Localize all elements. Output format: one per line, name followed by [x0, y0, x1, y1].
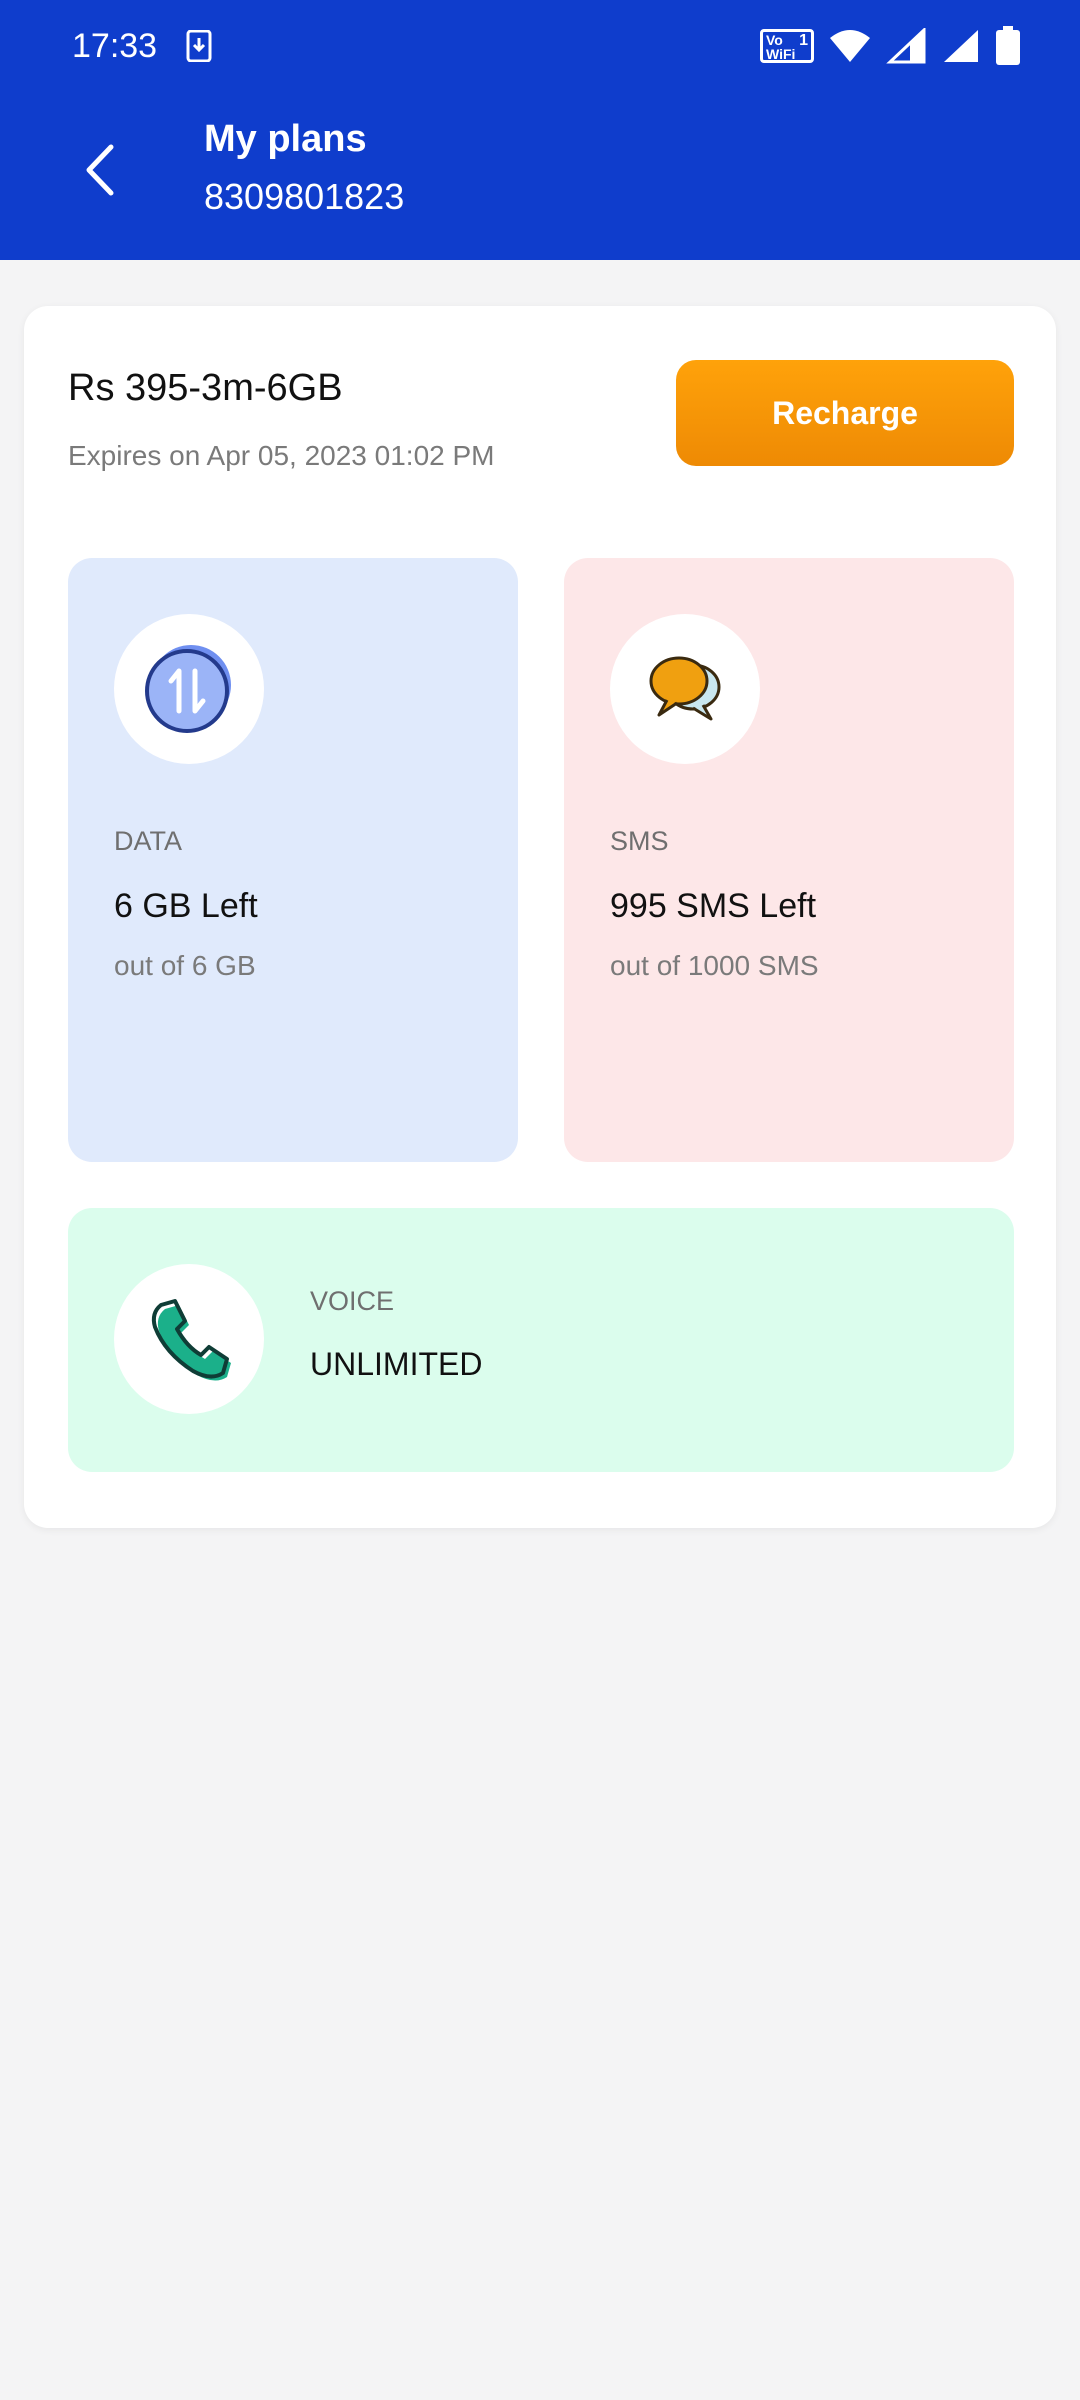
data-total: out of 6 GB [114, 950, 256, 981]
voice-tile: VOICE UNLIMITED [68, 1208, 1014, 1472]
sms-tile: SMS 995 SMS Left out of 1000 SMS [564, 558, 1014, 1162]
status-time: 17:33 [72, 27, 158, 65]
sms-total: out of 1000 SMS [610, 950, 819, 981]
status-icons: Vo WiFi 1 [760, 26, 1022, 66]
data-icon-circle [114, 614, 264, 764]
wifi-icon [830, 30, 870, 62]
voice-label: VOICE [310, 1286, 395, 1316]
plan-name: Rs 395-3m-6GB [68, 367, 343, 409]
signal-icon [944, 30, 978, 62]
data-tile: DATA 6 GB Left out of 6 GB [68, 558, 518, 1162]
voice-value: UNLIMITED [310, 1346, 483, 1382]
phone-icon [151, 1299, 231, 1381]
back-button[interactable] [70, 130, 130, 210]
data-remaining: 6 GB Left [114, 887, 258, 925]
plan-card: Rs 395-3m-6GB Expires on Apr 05, 2023 01… [24, 306, 1056, 1528]
vowifi-icon: Vo WiFi 1 [760, 29, 814, 63]
page-title: My plans [204, 118, 367, 160]
app-bar: 17:33 Vo WiFi 1 My plans 8309801823 [0, 0, 1080, 260]
chat-bubbles-icon [649, 656, 721, 721]
plan-expiry: Expires on Apr 05, 2023 01:02 PM [68, 440, 495, 471]
sms-icon-circle [610, 614, 760, 764]
sms-remaining: 995 SMS Left [610, 887, 817, 925]
data-label: DATA [114, 826, 183, 856]
phone-number: 8309801823 [204, 176, 405, 217]
sms-label: SMS [610, 826, 669, 856]
chevron-left-icon [86, 144, 114, 196]
recharge-button[interactable]: Recharge [676, 360, 1014, 466]
voice-icon-circle [114, 1264, 264, 1414]
download-notification-icon [186, 30, 212, 62]
data-transfer-icon [145, 645, 231, 733]
battery-icon [996, 26, 1020, 65]
signal-icon [886, 28, 926, 64]
